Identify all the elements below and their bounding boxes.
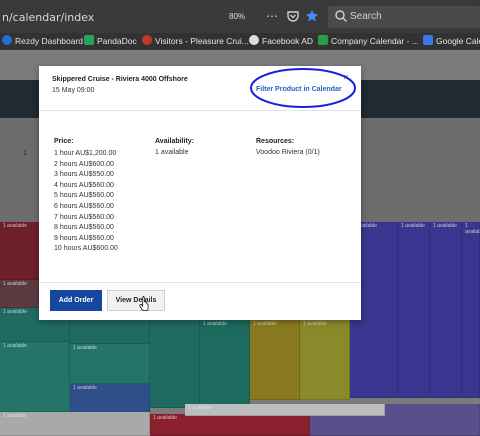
availability-label: Availability: (155, 138, 195, 145)
price-row: 4 hours AU$560.00 (54, 181, 114, 189)
search-placeholder: Search (350, 11, 382, 22)
price-row: 1 hour AU$1,200.00 (54, 150, 117, 157)
calendar-slot[interactable]: 1 available (70, 344, 150, 384)
slot-availability-label: 1 available (303, 321, 327, 327)
address-bar[interactable]: n/calendar/index (2, 11, 94, 24)
calendar-slot[interactable]: 1 available (250, 320, 300, 400)
slot-availability-label: 1 available (3, 343, 27, 349)
bookmark-pandadoc[interactable]: PandaDoc (84, 35, 137, 48)
slot-availability-label: 1 available (3, 281, 27, 287)
visitors-icon (142, 35, 152, 45)
availability-value: 1 available (155, 149, 189, 156)
calendar-slot[interactable]: 1 available (398, 222, 430, 398)
calendar-slot[interactable]: 1 available (70, 384, 150, 414)
price-row: 6 hours AU$560.00 (54, 202, 114, 210)
slot-availability-label: 1 available (401, 223, 425, 229)
price-row: 2 hours AU$600.00 (54, 160, 114, 168)
slot-availability-label: 1 available (253, 321, 277, 327)
slot-availability-label: 1 available (203, 321, 227, 327)
price-row: 9 hours AU$560.00 (54, 234, 114, 242)
bookmark-label: Google Cale (436, 36, 480, 46)
hand-cursor-icon (139, 296, 149, 311)
slot-availability-label: 1 available (73, 345, 97, 351)
bookmark-label: Visitors - Pleasure Crui... (155, 36, 249, 46)
price-list: 1 hour AU$1,200.00 2 hours AU$600.00 3 h… (54, 149, 118, 255)
bookmark-label: PandaDoc (97, 36, 137, 46)
calendar-slot[interactable]: 1 available (0, 412, 150, 436)
bookmark-rezdy-dashboard[interactable]: Rezdy Dashboard (2, 35, 83, 48)
slot-availability-label: 1 available (153, 415, 177, 421)
modal-title: Skippered Cruise - Riviera 4000 Offshore (52, 76, 188, 83)
bookmark-label: Facebook AD (262, 36, 314, 46)
browser-toolbar: n/calendar/index 80% ⋯ Search (0, 0, 480, 33)
price-row: 10 hours AU$600.00 (54, 245, 118, 253)
calendar-slot[interactable]: 1 available (185, 404, 385, 416)
pandadoc-icon (84, 35, 94, 45)
footer-divider (39, 282, 361, 283)
bookmark-star-icon[interactable] (305, 9, 319, 23)
bookmark-google-calendar[interactable]: Google Cale (423, 35, 480, 48)
slot-availability-label: 1 available (73, 385, 97, 391)
filter-product-link[interactable]: Filter Product in Calendar (256, 86, 342, 93)
calendar-slot[interactable]: 1 available (0, 342, 70, 412)
rezdy-icon (2, 35, 12, 45)
calendar-app-icon (318, 35, 328, 45)
calendar-slot[interactable]: 1 available (430, 222, 462, 398)
bookmark-label: Rezdy Dashboard (15, 36, 84, 46)
bookmark-facebook-ad[interactable]: Facebook AD (249, 35, 313, 48)
calendar-slot[interactable]: 1 available (150, 414, 310, 436)
close-icon[interactable]: × (341, 72, 351, 82)
bookmark-company-calendar[interactable]: Company Calendar - ... (318, 35, 419, 48)
calendar-slot[interactable]: 1 available (150, 308, 200, 408)
calendar-slot[interactable]: 1 available (300, 320, 350, 400)
slot-availability-label: 1 available (188, 405, 212, 411)
price-row: 5 hours AU$560.00 (54, 192, 114, 200)
add-order-button[interactable]: Add Order (50, 290, 102, 311)
resources-label: Resources: (256, 138, 295, 145)
session-date: 15 May 09:00 (52, 87, 95, 94)
resources-value: Voodoo Riviera (0/1) (256, 149, 320, 156)
globe-icon (249, 35, 259, 45)
bookmarks-bar: Rezdy Dashboard PandaDoc Visitors - Plea… (0, 33, 480, 50)
pocket-icon[interactable] (286, 9, 300, 23)
view-details-button[interactable]: View Details (107, 290, 165, 311)
price-row: 7 hours AU$560.00 (54, 213, 114, 221)
search-icon (335, 10, 347, 22)
calendar-slot[interactable]: 1 available (462, 222, 480, 398)
pager-number[interactable]: 1 (23, 150, 27, 157)
ellipsis-icon[interactable]: ⋯ (265, 9, 279, 23)
search-input[interactable]: Search (328, 6, 480, 28)
calendar-slot[interactable]: 1 available (200, 320, 250, 410)
booking-detail-modal: Skippered Cruise - Riviera 4000 Offshore… (39, 66, 361, 320)
bookmark-label: Company Calendar - ... (331, 36, 419, 46)
zoom-level[interactable]: 80% (229, 12, 245, 21)
slot-availability-label: 1 available (3, 413, 27, 419)
price-row: 3 hours AU$550.00 (54, 171, 114, 179)
header-divider (39, 110, 361, 111)
slot-availability-label: 1 available (3, 309, 27, 315)
google-calendar-icon (423, 35, 433, 45)
slot-availability-label: 1 available (3, 223, 27, 229)
bookmark-visitors[interactable]: Visitors - Pleasure Crui... (142, 35, 249, 48)
price-row: 8 hours AU$560.00 (54, 224, 114, 232)
price-label: Price: (54, 138, 74, 145)
slot-availability-label: 1 available (465, 223, 480, 235)
slot-availability-label: 1 available (433, 223, 457, 229)
